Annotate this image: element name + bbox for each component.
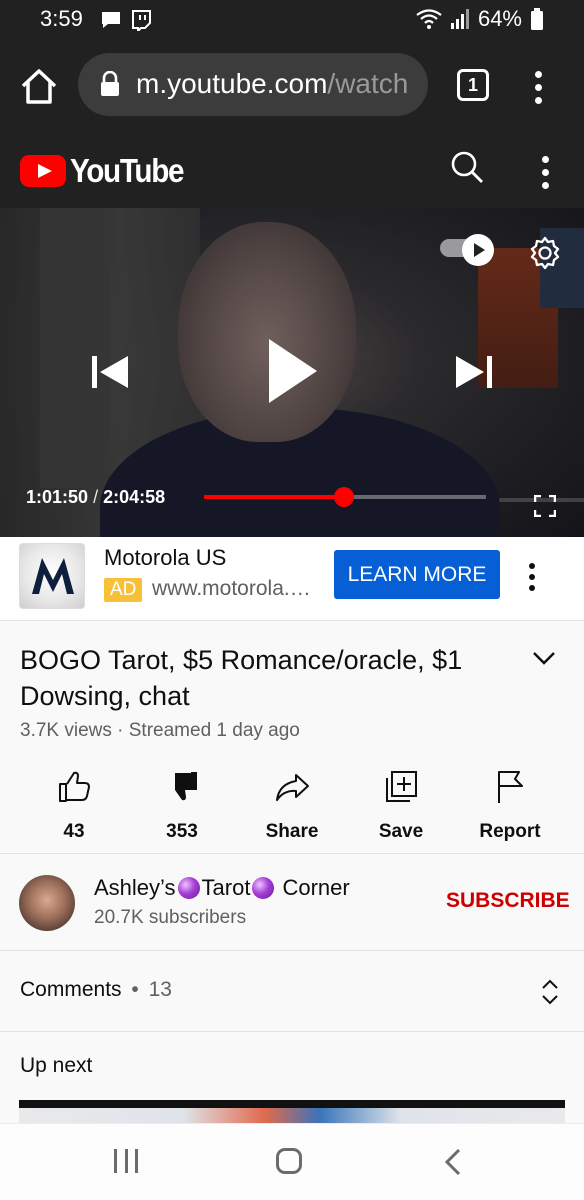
tab-switcher-button[interactable]: 1	[457, 69, 489, 101]
chevron-down-icon[interactable]	[532, 650, 556, 666]
settings-gear-icon[interactable]	[527, 235, 563, 271]
up-next-label: Up next	[20, 1054, 93, 1077]
current-time: 1:01:50	[26, 487, 89, 507]
youtube-logo[interactable]: YouTube	[20, 152, 196, 190]
android-nav-bar	[0, 1123, 584, 1200]
browser-toolbar: m.youtube.com/watch 1	[0, 40, 584, 132]
youtube-menu-icon[interactable]	[540, 156, 550, 195]
wifi-icon	[416, 9, 442, 29]
ad-menu-icon[interactable]	[527, 563, 537, 596]
next-video-icon[interactable]	[456, 356, 492, 388]
home-icon[interactable]	[18, 66, 60, 108]
share-button[interactable]: Share	[242, 767, 342, 843]
video-player[interactable]: 1:01:50 / 2:04:58	[0, 208, 584, 537]
crystal-ball-emoji-icon	[252, 877, 275, 899]
report-button[interactable]: Report	[460, 767, 560, 843]
status-bar: 3:59 64%	[0, 0, 584, 40]
comments-label: Comments	[20, 978, 122, 1001]
video-title[interactable]: BOGO Tarot, $5 Romance/oracle, $1 Dowsin…	[20, 642, 500, 714]
crystal-ball-emoji-icon	[177, 877, 200, 899]
autoplay-toggle[interactable]	[440, 234, 496, 266]
comments-section[interactable]: Comments • 13	[0, 952, 584, 1032]
back-icon[interactable]	[444, 1148, 462, 1176]
signal-icon	[450, 9, 469, 29]
comments-count: 13	[148, 978, 172, 1001]
duration: 2:04:58	[103, 487, 166, 507]
youtube-logo-text: YouTube	[70, 152, 185, 189]
progress-bar[interactable]	[204, 487, 486, 507]
time-display: 1:01:50 / 2:04:58	[26, 487, 166, 507]
subscribe-button[interactable]: SUBSCRIBE	[446, 889, 570, 913]
action-bar: 43 353 Share Save Report	[0, 767, 584, 847]
ad-url: www.motorola.…	[152, 577, 311, 600]
dislike-button[interactable]: 353	[132, 767, 232, 843]
advertiser-name: Motorola US	[104, 545, 227, 570]
save-icon	[386, 771, 417, 802]
ad-badge: AD	[104, 578, 143, 602]
thumb-up-icon	[59, 771, 90, 802]
browser-menu-icon[interactable]	[533, 71, 543, 110]
channel-name[interactable]: Ashley’s Tarot Corner	[94, 875, 350, 901]
scrubber-handle[interactable]	[333, 487, 354, 507]
fullscreen-icon[interactable]	[534, 495, 556, 517]
learn-more-button[interactable]: LEARN MORE	[334, 550, 500, 599]
expand-collapse-icon[interactable]	[540, 978, 560, 1006]
autoplay-play-icon	[462, 234, 494, 266]
subscriber-count: 20.7K subscribers	[94, 907, 247, 928]
battery-percent: 64%	[477, 6, 522, 31]
up-next-section: Up next	[0, 1033, 584, 1156]
status-time: 3:59	[40, 6, 83, 31]
home-button-icon[interactable]	[276, 1148, 302, 1174]
like-button[interactable]: 43	[24, 767, 124, 843]
recent-apps-icon[interactable]	[114, 1149, 138, 1173]
share-icon	[276, 774, 309, 801]
thumb-down-icon	[168, 772, 197, 801]
youtube-header: YouTube	[0, 132, 584, 208]
message-notification-icon	[102, 12, 120, 28]
advertiser-logo	[19, 543, 85, 609]
video-meta: 3.7K views · Streamed 1 day ago	[20, 720, 300, 741]
motorola-logo-icon	[32, 558, 74, 594]
battery-icon	[531, 8, 543, 30]
lock-icon	[101, 71, 119, 96]
channel-avatar[interactable]	[19, 875, 75, 931]
video-info: BOGO Tarot, $5 Romance/oracle, $1 Dowsin…	[0, 622, 584, 854]
flag-icon	[498, 771, 523, 803]
progress-fill	[204, 495, 344, 499]
address-bar[interactable]: m.youtube.com/watch	[78, 53, 428, 116]
twitch-notification-icon	[132, 10, 151, 31]
previous-video-icon[interactable]	[92, 356, 128, 388]
channel-row: Ashley’s Tarot Corner 20.7K subscribers …	[0, 855, 584, 951]
play-icon[interactable]	[267, 339, 317, 403]
search-icon[interactable]	[450, 150, 484, 184]
youtube-play-logo-icon	[20, 155, 66, 187]
url-text: m.youtube.com/watch	[136, 68, 409, 99]
save-button[interactable]: Save	[351, 767, 451, 843]
ad-banner[interactable]: Motorola US AD www.motorola.… LEARN MORE	[0, 537, 584, 621]
